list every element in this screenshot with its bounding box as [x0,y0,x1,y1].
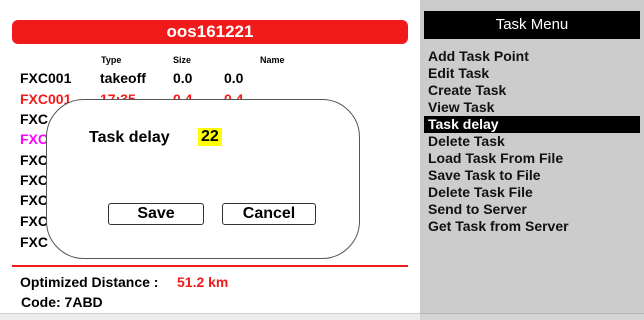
task-point-id: FXC [20,192,48,208]
menu-item-get-task-from-server[interactable]: Get Task from Server [424,218,640,235]
menu-item-view-task[interactable]: View Task [424,99,640,116]
column-header-name: Name [260,55,285,65]
task-point-type: takeoff [100,70,146,86]
footer-divider [12,265,408,267]
task-point-id: FXC [20,111,48,127]
menu-item-save-task-to-file[interactable]: Save Task to File [424,167,640,184]
task-delay-dialog: Task delay 22 Save Cancel [46,99,360,259]
left-bottom-bar [0,313,420,320]
task-delay-label: Task delay [89,129,170,146]
cancel-button[interactable]: Cancel [222,203,316,225]
task-point-id: FXC [20,213,48,229]
right-bottom-bar [420,313,644,320]
menu-item-task-delay[interactable]: Task delay [424,116,640,133]
optimized-distance-label: Optimized Distance : [20,274,159,290]
task-delay-input[interactable]: 22 [198,128,222,146]
menu-item-add-task-point[interactable]: Add Task Point [424,48,640,65]
task-point-name: 0.0 [224,70,244,86]
column-header-size: Size [173,55,192,65]
task-panel: oos161221 Type Size Name FXC001 takeoff 0.… [0,0,420,320]
menu-item-delete-task[interactable]: Delete Task [424,133,640,150]
task-point-row[interactable]: FXC001 takeoff 0.0 0.0 [20,70,320,90]
save-button[interactable]: Save [108,203,204,225]
task-menu-list: Add Task Point Edit Task Create Task View T… [424,48,640,235]
task-point-id: FXC [20,131,48,147]
task-code: Code: 7ABD [21,294,103,310]
menu-item-edit-task[interactable]: Edit Task [424,65,640,82]
task-point-id: FXC [20,152,48,168]
column-header-type: Type [101,55,122,65]
task-point-id: FXC [20,234,48,250]
menu-item-load-task-from-file[interactable]: Load Task From File [424,150,640,167]
task-menu-panel: Task Menu Add Task Point Edit Task Create … [420,0,644,320]
optimized-distance-value: 51.2 km [177,274,229,290]
task-point-id: FXC001 [20,70,72,86]
task-menu-title: Task Menu [424,11,640,39]
menu-item-create-task[interactable]: Create Task [424,82,640,99]
menu-item-delete-task-file[interactable]: Delete Task File [424,184,640,201]
menu-item-send-to-server[interactable]: Send to Server [424,201,640,218]
task-point-size: 0.0 [173,70,193,86]
task-title-bar: oos161221 [12,20,408,44]
task-point-id: FXC [20,172,48,188]
